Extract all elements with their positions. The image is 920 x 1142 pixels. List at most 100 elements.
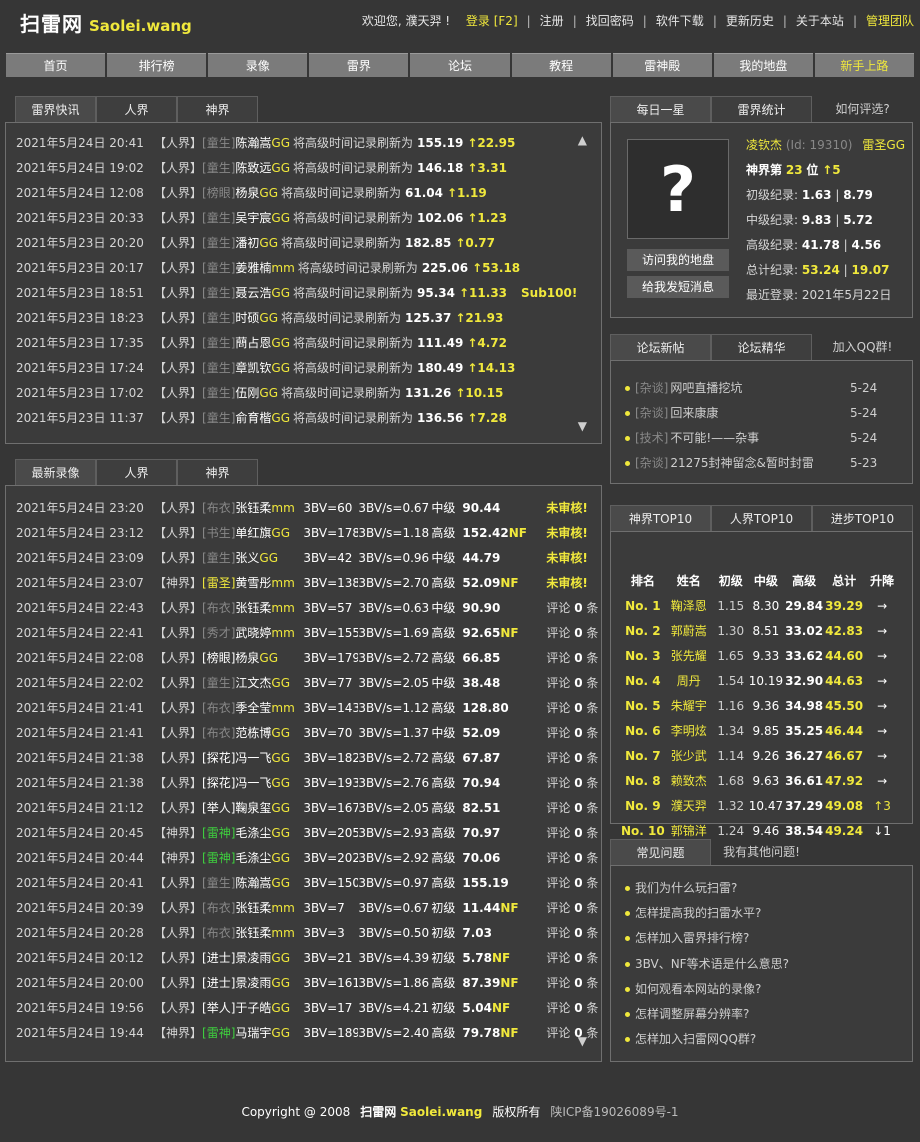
news-player[interactable]: 陈瀚嵩GG: [235, 136, 290, 150]
comment-count[interactable]: 评论 0 条: [546, 1001, 598, 1015]
tab-join-qq[interactable]: 加入QQ群!: [812, 334, 913, 360]
tab-forum-new[interactable]: 论坛新帖: [610, 334, 711, 360]
comment-count[interactable]: 评论 0 条: [546, 701, 598, 715]
video-player[interactable]: 马瑞宇GG: [235, 1021, 301, 1046]
site-logo[interactable]: 扫雷网 Saolei.wang: [20, 8, 192, 37]
comment-count[interactable]: 评论 0 条: [546, 851, 598, 865]
player-name[interactable]: 周丹: [665, 668, 713, 693]
forum-post[interactable]: [杂谈] 回来康康 5-24: [625, 401, 877, 426]
news-player[interactable]: 蔄占恩GG: [235, 336, 290, 350]
video-player[interactable]: 景凌雨GG: [235, 946, 301, 971]
comment-count[interactable]: 评论 0 条: [546, 801, 598, 815]
comment-count[interactable]: 评论 0 条: [546, 826, 598, 840]
news-player[interactable]: 俞育楷GG: [235, 411, 290, 425]
tab-news-god[interactable]: 神界: [177, 96, 258, 122]
recover-password-link[interactable]: 找回密码: [586, 12, 634, 29]
news-player[interactable]: 姜雅楠mm: [235, 261, 294, 275]
footer-icp[interactable]: 陕ICP备19026089号-1: [550, 1105, 678, 1119]
video-row[interactable]: 2021年5月24日 22:02 【人界】[童生]江文杰GG 3BV=77 3BV/s…: [16, 671, 598, 696]
news-player[interactable]: 时硕GG: [235, 311, 278, 325]
player-name[interactable]: 赖致杰: [665, 768, 713, 793]
nav-forum[interactable]: 论坛: [410, 53, 510, 77]
video-player[interactable]: 毛涤尘GG: [235, 846, 301, 871]
comment-count[interactable]: 评论 0 条: [546, 926, 598, 940]
avatar[interactable]: ?: [627, 139, 729, 239]
comment-count[interactable]: 评论 0 条: [546, 976, 598, 990]
video-player[interactable]: 冯一飞GG: [235, 746, 301, 771]
video-row[interactable]: 2021年5月24日 21:38 【人界】[探花]冯一飞GG 3BV=1823BV/…: [16, 746, 598, 771]
video-player[interactable]: 陈瀚嵩GG: [235, 871, 301, 896]
video-player[interactable]: 黄雪彤mm: [235, 571, 301, 596]
tab-news[interactable]: 雷界快讯: [15, 96, 96, 122]
video-row[interactable]: 2021年5月24日 20:41 【人界】[童生]陈瀚嵩GG 3BV=1503BV/…: [16, 871, 598, 896]
faq-item[interactable]: 如何观看本网站的录像?: [625, 977, 761, 1002]
news-player[interactable]: 潘初GG: [235, 236, 278, 250]
video-player[interactable]: 张钰柔mm: [235, 496, 301, 521]
video-player[interactable]: 单红旗GG: [235, 521, 301, 546]
scroll-down-icon[interactable]: ▼: [578, 419, 587, 433]
news-player[interactable]: 吴宇宸GG: [235, 211, 290, 225]
video-player[interactable]: 冯一飞GG: [235, 771, 301, 796]
register-link[interactable]: 注册: [540, 12, 564, 29]
nav-ranking[interactable]: 排行榜: [107, 53, 207, 77]
about-link[interactable]: 关于本站: [796, 12, 844, 29]
nav-home[interactable]: 首页: [6, 53, 106, 77]
video-player[interactable]: 杨泉GG: [235, 646, 301, 671]
tab-how-selected[interactable]: 如何评选?: [812, 96, 913, 122]
nav-videos[interactable]: 录像: [208, 53, 308, 77]
tab-other-questions[interactable]: 我有其他问题!: [711, 839, 812, 865]
video-player[interactable]: 张义GG: [235, 546, 301, 571]
nav-realm[interactable]: 雷界: [309, 53, 409, 77]
tab-news-human[interactable]: 人界: [96, 96, 177, 122]
player-name[interactable]: 张少武: [665, 743, 713, 768]
faq-item[interactable]: 怎样加入雷界排行榜?: [625, 926, 749, 951]
comment-count[interactable]: 评论 0 条: [546, 876, 598, 890]
video-row[interactable]: 2021年5月24日 20:00 【人界】[进士]景凌雨GG 3BV=1613BV/…: [16, 971, 598, 996]
comment-count[interactable]: 评论 0 条: [546, 1026, 598, 1040]
login-link[interactable]: 登录 [F2]: [466, 12, 518, 29]
video-player[interactable]: 范栋博GG: [235, 721, 301, 746]
player-name[interactable]: 张先耀: [665, 643, 713, 668]
scroll-up-icon[interactable]: ▲: [578, 133, 587, 147]
player-name[interactable]: 濮天羿: [665, 793, 713, 818]
news-player[interactable]: 章凯钦GG: [235, 361, 290, 375]
news-player[interactable]: 杨泉GG: [235, 186, 278, 200]
tab-human-top10[interactable]: 人界TOP10: [711, 505, 812, 531]
video-player[interactable]: 武晓婷mm: [235, 621, 301, 646]
video-row[interactable]: 2021年5月24日 20:44 【神界】[雷神]毛涤尘GG 3BV=2023BV/…: [16, 846, 598, 871]
video-player[interactable]: 季全莹mm: [235, 696, 301, 721]
news-player[interactable]: 聂云浩GG: [235, 286, 290, 300]
download-link[interactable]: 软件下载: [656, 12, 704, 29]
faq-item[interactable]: 我们为什么玩扫雷?: [625, 876, 737, 901]
video-row[interactable]: 2021年5月24日 21:41 【人界】[布衣]季全莹mm 3BV=1433BV/…: [16, 696, 598, 721]
comment-count[interactable]: 评论 0 条: [546, 626, 598, 640]
player-name[interactable]: 朱耀宇: [665, 693, 713, 718]
player-name[interactable]: 郭蔚嵩: [665, 618, 713, 643]
video-row[interactable]: 2021年5月24日 20:12 【人界】[进士]景凌雨GG 3BV=21 3BV/s…: [16, 946, 598, 971]
comment-count[interactable]: 评论 0 条: [546, 901, 598, 915]
comment-count[interactable]: 评论 0 条: [546, 676, 598, 690]
video-row[interactable]: 2021年5月24日 23:09 【人界】[童生]张义GG 3BV=42 3BV/s=…: [16, 546, 588, 571]
comment-count[interactable]: 评论 0 条: [546, 951, 598, 965]
player-name[interactable]: 鞠泽恩: [665, 593, 713, 618]
video-row[interactable]: 2021年5月24日 22:41 【人界】[秀才]武晓婷mm 3BV=1553BV/…: [16, 621, 598, 646]
tab-progress-top10[interactable]: 进步TOP10: [812, 505, 913, 531]
nav-tutorial[interactable]: 教程: [511, 53, 611, 77]
video-row[interactable]: 2021年5月24日 23:12 【人界】[书生]单红旗GG 3BV=1783BV/…: [16, 521, 588, 546]
tab-forum-best[interactable]: 论坛精华: [711, 334, 812, 360]
video-row[interactable]: 2021年5月24日 20:39 【人界】[布衣]张钰柔mm 3BV=7 3BV/s=…: [16, 896, 598, 921]
video-row[interactable]: 2021年5月24日 19:44 【神界】[雷神]马瑞宇GG 3BV=1893BV/…: [16, 1021, 598, 1046]
video-player[interactable]: 张钰柔mm: [235, 596, 301, 621]
video-player[interactable]: 景凌雨GG: [235, 971, 301, 996]
forum-post[interactable]: [杂谈] 网吧直播挖坑 5-24: [625, 376, 877, 401]
tab-videos-human[interactable]: 人界: [96, 459, 177, 485]
forum-post[interactable]: [杂谈] 21275封神留念&暂时封雷 5-23: [625, 451, 877, 476]
video-row[interactable]: 2021年5月24日 23:07 【神界】[雷圣]黄雪彤mm 3BV=1383BV/…: [16, 571, 588, 596]
footer-site[interactable]: 扫雷网 Saolei.wang: [360, 1105, 482, 1119]
video-row[interactable]: 2021年5月24日 21:41 【人界】[布衣]范栋博GG 3BV=70 3BV/s…: [16, 721, 598, 746]
tab-faq[interactable]: 常见问题: [610, 839, 711, 865]
video-row[interactable]: 2021年5月24日 21:38 【人界】[探花]冯一飞GG 3BV=1933BV/…: [16, 771, 598, 796]
comment-count[interactable]: 评论 0 条: [546, 751, 598, 765]
faq-item[interactable]: 3BV、NF等术语是什么意思?: [625, 952, 789, 977]
nav-newbie[interactable]: 新手上路: [814, 53, 914, 77]
